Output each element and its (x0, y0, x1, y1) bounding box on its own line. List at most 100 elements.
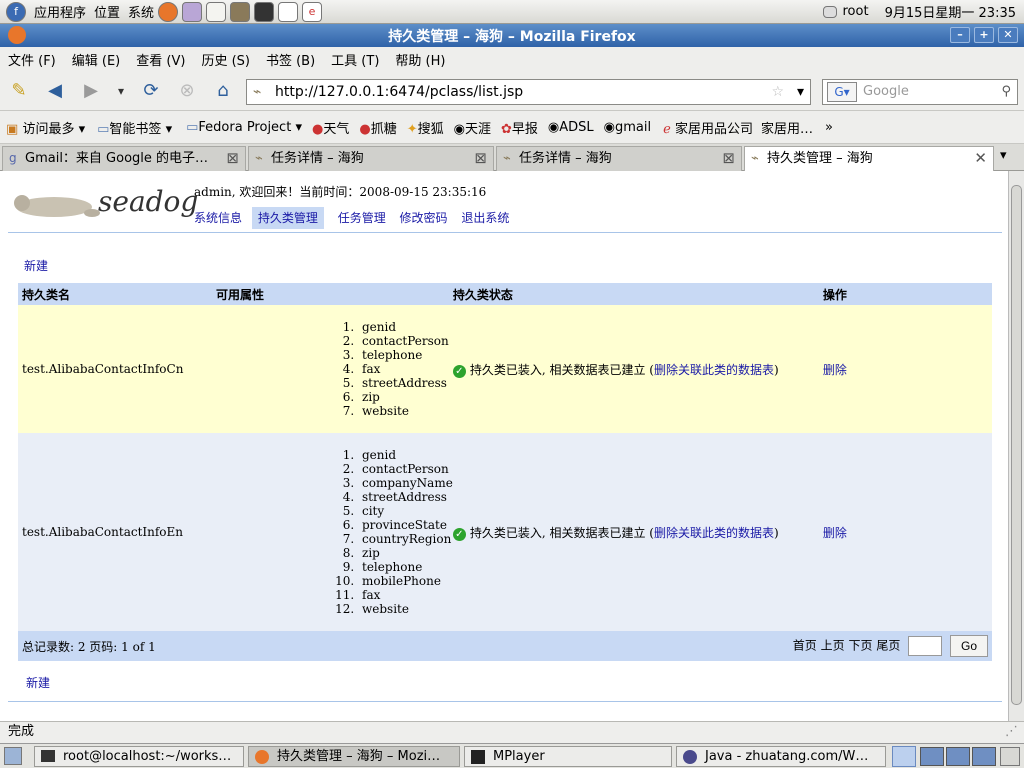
google-engine-icon[interactable]: G▾ (827, 82, 857, 102)
menu-places[interactable]: 位置 (94, 2, 120, 21)
menu-system[interactable]: 系统 (128, 2, 154, 21)
terminal-launcher-icon[interactable] (254, 1, 275, 22)
user-icon (822, 5, 837, 18)
panel-clock[interactable]: 9月15日星期一 23:35 (885, 2, 1016, 21)
menu-file[interactable]: 文件 (F) (8, 50, 56, 69)
pager-last[interactable]: 尾页 (876, 639, 900, 653)
firefox-launcher-icon[interactable] (158, 1, 179, 22)
go-button[interactable]: Go (950, 635, 988, 657)
menu-help[interactable]: 帮助 (H) (395, 50, 445, 69)
delete-link[interactable]: 删除 (823, 363, 847, 377)
bookmark-home-company[interactable]: ℯ 家居用品公司 (663, 118, 753, 137)
stop-button[interactable]: ⊗ (174, 79, 200, 105)
action-cell: 删除 (822, 433, 992, 631)
menu-tools[interactable]: 工具 (T) (331, 50, 379, 69)
task-terminal[interactable]: root@localhost:~/works… (34, 746, 244, 767)
mplayer-launcher-icon[interactable] (278, 1, 299, 22)
bookmark-smart[interactable]: ▭智能书签 ▾ (97, 118, 172, 137)
show-desktop-icon[interactable] (4, 747, 22, 765)
bookmark-tianya[interactable]: ◉天涯 (454, 118, 491, 137)
adsl-icon: ◉ (547, 119, 560, 135)
tab-task-detail-2[interactable]: ⌁ 任务详情 – 海狗 ⊠ (496, 146, 742, 171)
delete-tables-link[interactable]: 删除关联此类的数据表 (654, 526, 774, 540)
trash-icon[interactable] (1000, 747, 1020, 766)
tray-firefox-icon[interactable] (892, 746, 916, 767)
menu-applications[interactable]: 应用程序 (34, 2, 86, 21)
tab-bar: g Gmail：来自 Google 的电子… ⊠ ⌁ 任务详情 – 海狗 ⊠ ⌁… (0, 144, 1024, 172)
bookmark-adsl[interactable]: ◉ADSL (548, 120, 594, 135)
back-button[interactable]: ◀ (42, 79, 68, 105)
editor-launcher-icon[interactable] (206, 1, 227, 22)
delete-link[interactable]: 删除 (823, 526, 847, 540)
menu-history[interactable]: 历史 (S) (201, 50, 250, 69)
delete-tables-link[interactable]: 删除关联此类的数据表 (654, 363, 774, 377)
status-text: 持久类已装入, 相关数据表已建立 (469, 362, 646, 377)
home-button[interactable]: ⌂ (210, 79, 236, 105)
tab-close-icon[interactable]: ✕ (974, 147, 987, 170)
new-link-bottom[interactable]: 新建 (26, 674, 50, 691)
bookmark-sohu[interactable]: ✦搜狐 (407, 118, 444, 137)
history-dropdown-icon[interactable]: ▾ (108, 79, 134, 105)
workspace-3[interactable] (972, 747, 996, 766)
task-mplayer[interactable]: MPlayer (464, 746, 672, 767)
scrollbar-thumb[interactable] (1011, 185, 1022, 705)
search-icon[interactable]: ⚲ (1001, 80, 1011, 104)
maximize-button[interactable]: + (974, 27, 994, 43)
bookmark-most-visited[interactable]: ▣ 访问最多 ▾ (6, 118, 85, 137)
menu-view[interactable]: 查看 (V) (136, 50, 185, 69)
pager: 首页 上页 下页 尾页 Go (452, 631, 992, 661)
firefox-window-icon (8, 26, 26, 44)
bookmark-star-icon[interactable]: ☆ (771, 80, 784, 104)
url-dropdown-icon[interactable]: ▾ (797, 80, 804, 104)
nav-change-password[interactable]: 修改密码 (400, 211, 448, 225)
page-number-input[interactable] (908, 636, 943, 656)
pager-prev[interactable]: 上页 (821, 639, 845, 653)
bookmark-zaobao[interactable]: ✿早报 (501, 118, 538, 137)
nav-task-manage[interactable]: 任务管理 (338, 211, 386, 225)
workspace-1[interactable] (920, 747, 944, 766)
table-row: test.AlibabaContactInfoCn genid contactP… (18, 305, 992, 433)
close-button[interactable]: ✕ (998, 27, 1018, 43)
nav-pclass-manage[interactable]: 持久类管理 (251, 207, 324, 229)
nav-system-info[interactable]: 系统信息 (194, 211, 242, 225)
eclipse-launcher-icon[interactable]: e (302, 1, 323, 22)
bookmark-fedora[interactable]: ▭Fedora Project ▾ (186, 120, 302, 135)
reload-button[interactable]: ⟳ (138, 79, 164, 105)
tab-close-icon[interactable]: ⊠ (722, 147, 735, 170)
forward-button[interactable]: ▶ (78, 79, 104, 105)
tab-list-icon[interactable]: ▾ (1000, 148, 1007, 163)
tab-pclass-manage[interactable]: ⌁ 持久类管理 – 海狗 ✕ (744, 146, 994, 172)
search-input[interactable]: G▾ Google ⚲ (822, 79, 1018, 105)
url-bar[interactable]: ⌁ http://127.0.0.1:6474/pclass/list.jsp … (246, 79, 811, 105)
bookmarks-overflow-icon[interactable]: » (825, 120, 833, 135)
new-link-top[interactable]: 新建 (24, 257, 48, 274)
task-java[interactable]: Java - zhuatang.com/W… (676, 746, 886, 767)
property-list: genid contactPerson telephone fax street… (358, 320, 453, 418)
gimp-launcher-icon[interactable] (230, 1, 251, 22)
tab-task-detail-1[interactable]: ⌁ 任务详情 – 海狗 ⊠ (248, 146, 494, 171)
pidgin-launcher-icon[interactable] (182, 1, 203, 22)
panel-user[interactable]: root (843, 4, 869, 19)
tab-close-icon[interactable]: ⊠ (226, 147, 239, 170)
properties-cell: genid contactPerson telephone fax street… (198, 305, 453, 433)
bookmark-gmail[interactable]: ◉gmail (604, 120, 651, 135)
vertical-scrollbar[interactable] (1008, 171, 1024, 721)
feed-icon[interactable]: ✎ (6, 79, 32, 105)
resize-grip-icon[interactable]: ⋰ (1005, 722, 1018, 742)
fedora-icon[interactable]: f (6, 1, 26, 22)
pager-first[interactable]: 首页 (793, 639, 817, 653)
tab-gmail[interactable]: g Gmail：来自 Google 的电子… ⊠ (2, 146, 246, 171)
minimize-button[interactable]: – (950, 27, 970, 43)
window-titlebar[interactable]: 持久类管理 – 海狗 – Mozilla Firefox – + ✕ (0, 24, 1024, 47)
task-firefox[interactable]: 持久类管理 – 海狗 – Mozi… (248, 746, 460, 767)
pager-next[interactable]: 下页 (848, 639, 872, 653)
menu-bookmarks[interactable]: 书签 (B) (266, 50, 315, 69)
tab-close-icon[interactable]: ⊠ (474, 147, 487, 170)
bookmark-zhuatang[interactable]: ●抓糖 (359, 118, 396, 137)
bookmark-home-more[interactable]: 家居用… (761, 118, 813, 137)
menu-edit[interactable]: 编辑 (E) (72, 50, 121, 69)
bookmark-weather[interactable]: ●天气 (312, 118, 349, 137)
workspace-2[interactable] (946, 747, 970, 766)
status-text: 持久类已装入, 相关数据表已建立 (469, 525, 646, 540)
nav-logout[interactable]: 退出系统 (461, 211, 509, 225)
